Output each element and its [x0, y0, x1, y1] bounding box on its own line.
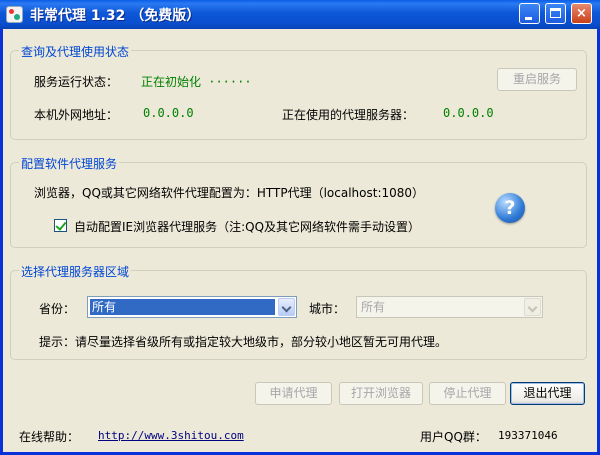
- proxy-in-use-value: 0.0.0.0: [443, 106, 494, 120]
- region-hint: 提示：请尽量选择省级所有或指定较大地级市，部分较小地区暂无可用代理。: [39, 335, 448, 349]
- close-button[interactable]: ×: [571, 3, 592, 24]
- app-icon: [6, 6, 23, 23]
- service-status-value: 正在初始化 ······: [141, 75, 252, 89]
- auto-config-ie-label[interactable]: 自动配置IE浏览器代理服务（注:QQ及其它网络软件需手动设置）: [74, 218, 420, 235]
- service-status-label: 服务运行状态：: [34, 75, 119, 89]
- city-selected-value: 所有: [361, 300, 386, 314]
- close-icon: ×: [576, 6, 587, 21]
- external-ip-value: 0.0.0.0: [143, 106, 194, 120]
- status-group: 查询及代理使用状态: [10, 43, 587, 140]
- auto-config-ie-checkbox[interactable]: [54, 219, 67, 232]
- region-group-legend: 选择代理服务器区域: [19, 263, 132, 280]
- restart-service-button[interactable]: 重启服务: [497, 68, 577, 91]
- status-group-legend: 查询及代理使用状态: [19, 43, 132, 60]
- title-bar[interactable]: 非常代理 1.32 （免费版） ×: [0, 0, 600, 29]
- proxy-in-use-label: 正在使用的代理服务器：: [282, 108, 415, 122]
- window-title: 非常代理 1.32 （免费版）: [30, 8, 201, 24]
- stop-proxy-button[interactable]: 停止代理: [429, 382, 506, 405]
- chevron-down-icon[interactable]: [278, 298, 295, 316]
- maximize-button[interactable]: [545, 3, 566, 24]
- province-select[interactable]: 所有: [87, 296, 297, 318]
- apply-proxy-button[interactable]: 申请代理: [255, 382, 332, 405]
- config-group-legend: 配置软件代理服务: [19, 155, 120, 172]
- province-selected-value: 所有: [90, 299, 275, 315]
- city-label: 城市：: [309, 302, 346, 316]
- main-window: 非常代理 1.32 （免费版） × 查询及代理使用状态 服务运行状态： 正在初始…: [0, 0, 600, 455]
- minimize-button[interactable]: [519, 3, 540, 24]
- chevron-down-icon[interactable]: [524, 298, 541, 316]
- open-browser-button[interactable]: 打开浏览器: [339, 382, 423, 405]
- online-help-label: 在线帮助：: [19, 430, 80, 444]
- help-icon[interactable]: ?: [495, 193, 525, 223]
- qq-group-label: 用户QQ群：: [420, 430, 487, 444]
- qq-group-value: 193371046: [498, 429, 558, 442]
- exit-proxy-button[interactable]: 退出代理: [510, 382, 585, 405]
- province-label: 省份：: [39, 302, 76, 316]
- external-ip-label: 本机外网地址：: [34, 108, 119, 122]
- online-help-link[interactable]: http://www.3shitou.com: [98, 429, 244, 442]
- maximize-icon: [550, 8, 561, 18]
- proxy-config-description: 浏览器，QQ或其它网络软件代理配置为：HTTP代理（localhost:1080…: [34, 186, 425, 200]
- city-select[interactable]: 所有: [356, 296, 543, 318]
- minimize-icon: [525, 17, 532, 20]
